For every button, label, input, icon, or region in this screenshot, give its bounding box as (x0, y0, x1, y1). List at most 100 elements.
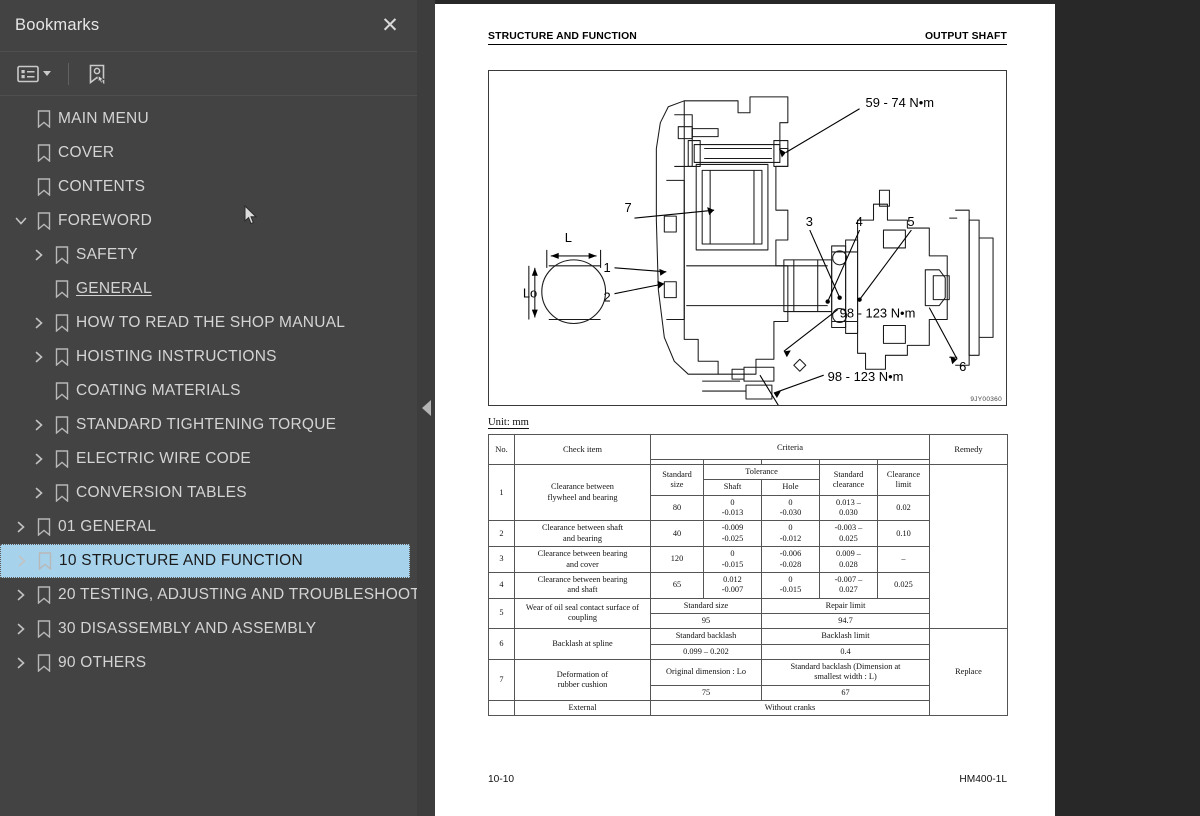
chevron-right-icon[interactable] (28, 340, 50, 374)
bookmark-item-contents[interactable]: CONTENTS (0, 170, 417, 204)
subhead-standard-backlash-dim: Standard backlash (Dimension at smallest… (761, 659, 930, 686)
bookmark-item-conversion-tables[interactable]: CONVERSION TABLES (0, 476, 417, 510)
subhead-shaft: Shaft (703, 479, 762, 496)
cell-original-dimension: 75 (650, 684, 762, 702)
close-icon[interactable]: ✕ (377, 13, 403, 39)
chevron-right-icon[interactable] (10, 510, 32, 544)
new-bookmark-icon[interactable] (84, 61, 110, 87)
bookmark-item-01-general[interactable]: 01 GENERAL (0, 510, 417, 544)
toolbar-divider (68, 62, 69, 85)
bookmark-icon (32, 204, 56, 238)
list-options-icon[interactable] (15, 63, 53, 85)
header-right-text: OUTPUT SHAFT (924, 31, 1007, 42)
cell-repair-limit: 94.7 (761, 612, 930, 630)
bookmark-item-safety[interactable]: SAFETY (0, 238, 417, 272)
twisty-spacer (28, 374, 50, 408)
cell-remedy-group (929, 463, 1008, 630)
bookmark-item-label: 30 DISASSEMBLY AND ASSEMBLY (58, 620, 317, 637)
twisty-spacer (10, 136, 32, 170)
table-lower-group: 6 Backlash at spline Standard backlash B… (488, 628, 1008, 717)
twisty-spacer (10, 102, 32, 136)
chevron-down-icon[interactable] (10, 204, 32, 238)
panel-splitter[interactable] (417, 0, 435, 816)
chevron-right-icon[interactable] (28, 476, 50, 510)
chevron-right-icon[interactable] (28, 238, 50, 272)
svg-text:5: 5 (907, 214, 914, 229)
cell-standard-size: 95 (650, 612, 762, 630)
bookmark-item-cover[interactable]: COVER (0, 136, 417, 170)
cell-check-item: Wear of oil seal contact surface of coup… (514, 597, 651, 630)
chevron-right-icon[interactable] (10, 646, 32, 680)
bookmark-item-foreword[interactable]: FOREWORD (0, 204, 417, 238)
subhead-standard-backlash: Standard backlash (650, 628, 762, 645)
chevron-right-icon[interactable] (10, 578, 32, 612)
bookmark-item-label: 10 STRUCTURE AND FUNCTION (59, 552, 303, 569)
svg-text:3: 3 (806, 214, 813, 229)
bookmark-item-standard-tightening-torque[interactable]: STANDARD TIGHTENING TORQUE (0, 408, 417, 442)
cell-no: 3 (488, 546, 515, 573)
bookmark-item-main-menu[interactable]: MAIN MENU (0, 102, 417, 136)
chevron-right-icon[interactable] (11, 544, 33, 578)
bookmark-item-how-to-read-the-shop-manual[interactable]: HOW TO READ THE SHOP MANUAL (0, 306, 417, 340)
bookmark-icon (33, 544, 57, 578)
bookmark-item-10-structure-and-function[interactable]: 10 STRUCTURE AND FUNCTION (0, 544, 410, 578)
cell-standard-size: 120 (650, 546, 704, 573)
table-header-row: No. Check item Criteria Remedy (488, 434, 1008, 465)
bookmark-item-label: FOREWORD (58, 212, 153, 229)
subhead-hole: Hole (761, 479, 820, 496)
twisty-spacer (10, 170, 32, 204)
cell-check-item: External (514, 700, 651, 717)
bookmarks-tree: MAIN MENU COVER CONTENTS FOREWORD SAFETY GENE… (0, 96, 436, 680)
chevron-right-icon[interactable] (10, 612, 32, 646)
subhead-standard-clearance: Standard clearance (819, 464, 878, 496)
bookmark-icon (50, 238, 74, 272)
bookmark-item-label: CONTENTS (58, 178, 146, 195)
cell-clearance-limit: 0.10 (877, 520, 930, 548)
svg-text:4: 4 (856, 214, 863, 229)
chevron-right-icon[interactable] (28, 408, 50, 442)
bookmark-item-hoisting-instructions[interactable]: HOISTING INSTRUCTIONS (0, 340, 417, 374)
check-item-line1: Clearance between (551, 482, 614, 492)
figure-id-label: 9JY00360 (970, 396, 1002, 403)
bookmark-item-30-disassembly-and-assembly[interactable]: 30 DISASSEMBLY AND ASSEMBLY (0, 612, 417, 646)
bookmark-item-label: COATING MATERIALS (76, 382, 241, 399)
bookmark-item-90-others[interactable]: 90 OTHERS (0, 646, 417, 680)
chevron-right-icon[interactable] (28, 306, 50, 340)
subhead-repair-limit: Repair limit (761, 597, 930, 614)
cell-standard-backlash-dim: 67 (761, 684, 930, 702)
bookmark-item-label: STANDARD TIGHTENING TORQUE (76, 416, 337, 433)
bookmarks-toolbar (0, 52, 417, 96)
collapse-panel-arrow-icon[interactable] (422, 400, 431, 416)
pdf-viewer[interactable]: STRUCTURE AND FUNCTION OUTPUT SHAFT 7 1 … (435, 0, 1200, 816)
bookmark-item-electric-wire-code[interactable]: ELECTRIC WIRE CODE (0, 442, 417, 476)
bookmark-item-coating-materials[interactable]: COATING MATERIALS (0, 374, 417, 408)
pdf-reader-window: Bookmarks ✕ MAIN MENU COVER CONTENTS FOR… (0, 0, 1200, 816)
bookmark-icon (32, 170, 56, 204)
cell-no: 1 (488, 463, 515, 522)
cell-clearance-limit: – (877, 546, 930, 573)
cell-standard-size: 40 (650, 520, 704, 548)
header-left-text: STRUCTURE AND FUNCTION (488, 31, 637, 42)
cell-shaft: 0 -0.013 (703, 494, 762, 522)
bookmark-item-label: HOW TO READ THE SHOP MANUAL (76, 314, 346, 331)
subhead-backlash-limit: Backlash limit (761, 628, 930, 645)
bookmarks-panel-title: Bookmarks (15, 16, 100, 34)
chevron-down-icon[interactable] (43, 71, 51, 76)
bookmark-item-20-testing-adjusting-and-troubleshootin[interactable]: 20 TESTING, ADJUSTING AND TROUBLESHOOTIN (0, 578, 436, 612)
bookmark-item-general[interactable]: GENERAL (0, 272, 417, 306)
svg-text:98 - 123 N•m: 98 - 123 N•m (840, 306, 916, 321)
cell-no-empty (488, 700, 515, 717)
bookmark-icon (32, 612, 56, 646)
cell-shaft: 0 -0.015 (703, 546, 762, 573)
chevron-right-icon[interactable] (28, 442, 50, 476)
cell-check-item: Deformation of rubber cushion (514, 659, 651, 702)
pdf-page: STRUCTURE AND FUNCTION OUTPUT SHAFT 7 1 … (435, 4, 1055, 816)
cell-remedy: Replace (929, 628, 1008, 717)
bookmark-icon (50, 340, 74, 374)
cell-hole: 0 -0.012 (761, 520, 820, 548)
bookmark-icon (50, 272, 74, 306)
page-footer: 10-10 HM400-1L (488, 774, 1007, 785)
subhead-standard-size: Standard size (650, 597, 762, 614)
bookmark-item-label: CONVERSION TABLES (76, 484, 247, 501)
specification-table: No. Check item Criteria Remedy 1 Clearan… (488, 434, 1008, 717)
